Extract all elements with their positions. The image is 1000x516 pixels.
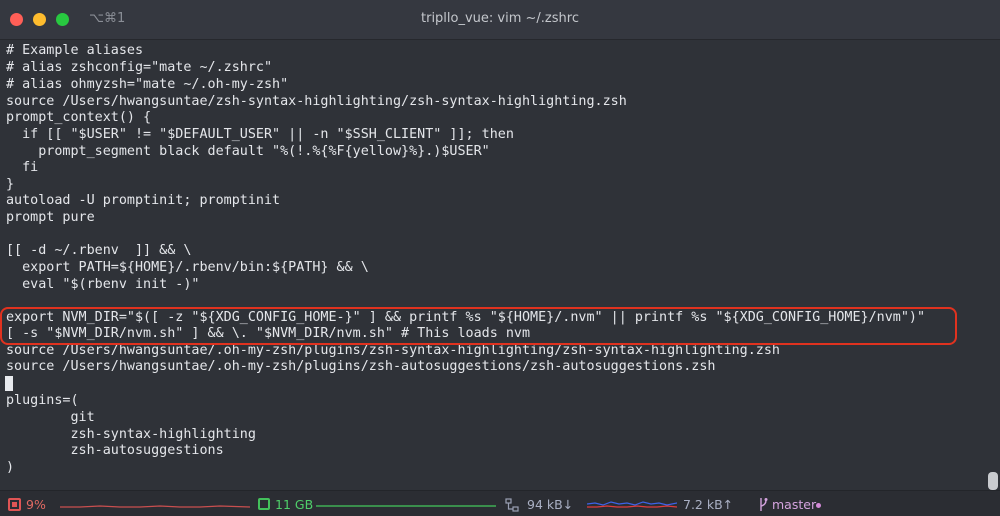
title-bar[interactable]: ⌥⌘1 tripllo_vue: vim ~/.zshrc [0,0,1000,40]
network-icon [505,498,519,512]
dirty-indicator [816,503,821,508]
cpu-icon [8,498,21,511]
code-line[interactable]: source /Users/hwangsuntae/zsh-syntax-hig… [6,93,627,110]
network-upload: 7.2 kB↑ [683,497,734,512]
memory-usage: 11 GB [275,497,314,512]
network-download: 94 kB↓ [527,497,574,512]
code-line[interactable]: prompt pure [6,209,95,226]
code-line[interactable]: zsh-autosuggestions [6,442,223,459]
code-line[interactable]: ) [6,459,14,476]
git-branch-icon [760,498,768,511]
status-bar: 9% 11 GB 94 kB↓ 7.2 kB↑ master [0,490,1000,516]
code-line[interactable]: if [[ "$USER" != "$DEFAULT_USER" || -n "… [6,126,514,143]
text-cursor [5,376,13,391]
code-line[interactable]: zsh-syntax-highlighting [6,426,255,443]
code-line[interactable]: plugins=( [6,392,79,409]
memory-icon [258,498,270,510]
code-line[interactable]: # alias zshconfig="mate ~/.zshrc" [6,59,272,76]
code-line[interactable]: source /Users/hwangsuntae/.oh-my-zsh/plu… [6,358,715,375]
vim-editor[interactable]: # Example aliases # alias zshconfig="mat… [0,40,1000,490]
cpu-usage: 9% [26,497,46,512]
code-line[interactable]: autoload -U promptinit; promptinit [6,192,280,209]
code-line[interactable]: # alias ohmyzsh="mate ~/.oh-my-zsh" [6,76,288,93]
code-line[interactable]: fi [6,159,38,176]
code-line[interactable]: prompt_segment black default "%(!.%{%F{y… [6,143,489,160]
terminal-window: ⌥⌘1 tripllo_vue: vim ~/.zshrc # Example … [0,0,1000,516]
scrollbar-thumb[interactable] [988,472,998,490]
cpu-sparkline [60,505,250,508]
code-line[interactable]: eval "$(rbenv init -)" [6,276,199,293]
code-line[interactable]: prompt_context() { [6,109,151,126]
window-title: tripllo_vue: vim ~/.zshrc [421,11,579,26]
code-line[interactable]: # Example aliases [6,42,143,59]
code-line[interactable]: export PATH=${HOME}/.rbenv/bin:${PATH} &… [6,259,369,276]
code-line[interactable]: } [6,176,14,193]
memory-sparkline [316,505,496,507]
network-sparkline [587,501,677,508]
code-line[interactable]: [[ -d ~/.rbenv ]] && \ [6,242,191,259]
git-branch[interactable]: master [772,497,816,513]
highlight-annotation [0,307,957,345]
code-line[interactable]: git [6,409,94,426]
